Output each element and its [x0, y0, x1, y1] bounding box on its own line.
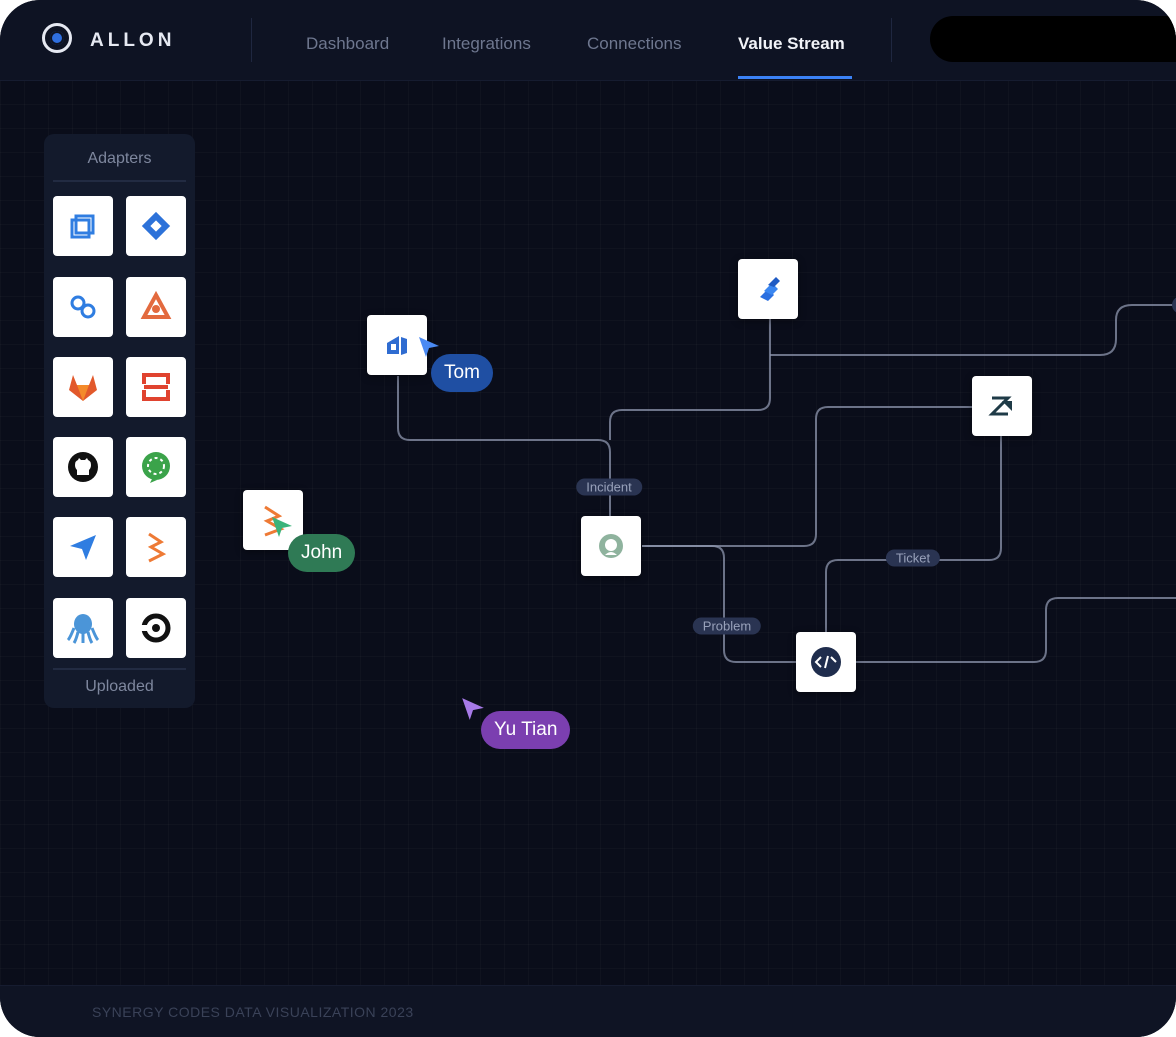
- adapters-panel: Adapters Uploaded: [44, 134, 195, 708]
- edge-zendesk-to-code: [825, 436, 1002, 632]
- footer-bar: SYNERGY CODES DATA VISUALIZATION 2023: [0, 985, 1176, 1037]
- cucumber-icon[interactable]: [126, 437, 186, 497]
- edge-servicenow-to-code: [642, 545, 796, 663]
- edge-jira-to-right: [770, 304, 1176, 356]
- openshift-icon[interactable]: [126, 357, 186, 417]
- panel-divider: [53, 180, 186, 182]
- yu-tian-cursor-icon: [462, 698, 484, 720]
- jira-diamond-icon[interactable]: [126, 196, 186, 256]
- footer-credit: SYNERGY CODES DATA VISUALIZATION 2023: [92, 1004, 414, 1020]
- chain-link-icon[interactable]: [53, 277, 113, 337]
- tom-cursor-icon: [419, 337, 439, 357]
- tri-node-icon[interactable]: [126, 277, 186, 337]
- edge-jira-to-servicenow: [609, 319, 771, 440]
- b-chevron-icon[interactable]: [126, 517, 186, 577]
- cursor-label-john: John: [288, 534, 356, 572]
- octopus-icon[interactable]: [53, 598, 113, 658]
- edge-code-to-right: [856, 597, 1176, 663]
- servicenow-icon[interactable]: [581, 516, 641, 576]
- edge-label-ticket[interactable]: Ticket: [885, 549, 941, 567]
- john-cursor-icon: [272, 517, 292, 537]
- code-node-icon[interactable]: [796, 632, 856, 692]
- zendesk-icon[interactable]: [972, 376, 1032, 436]
- square-outline-icon[interactable]: [53, 196, 113, 256]
- panel-divider: [53, 668, 186, 670]
- adapters-title: Adapters: [87, 150, 152, 167]
- github-icon[interactable]: [53, 437, 113, 497]
- circleci-icon[interactable]: [126, 598, 186, 658]
- cursor-label-tom: Tom: [431, 354, 493, 392]
- edge-label-problem[interactable]: Problem: [692, 617, 762, 635]
- edge-servicenow-to-zendesk: [642, 406, 972, 547]
- paper-plane-icon[interactable]: [53, 517, 113, 577]
- jira-software-icon[interactable]: [738, 259, 798, 319]
- edge-label-incident[interactable]: Incident: [576, 478, 642, 496]
- cursor-label-yu-tian: Yu Tian: [481, 711, 571, 749]
- edge-azure-to-servicenow: [397, 376, 611, 516]
- uploaded-label: Uploaded: [85, 678, 154, 695]
- gitlab-fox-icon[interactable]: [53, 357, 113, 417]
- app-frame: ALLON Dashboard Integrations Connections…: [0, 0, 1176, 1037]
